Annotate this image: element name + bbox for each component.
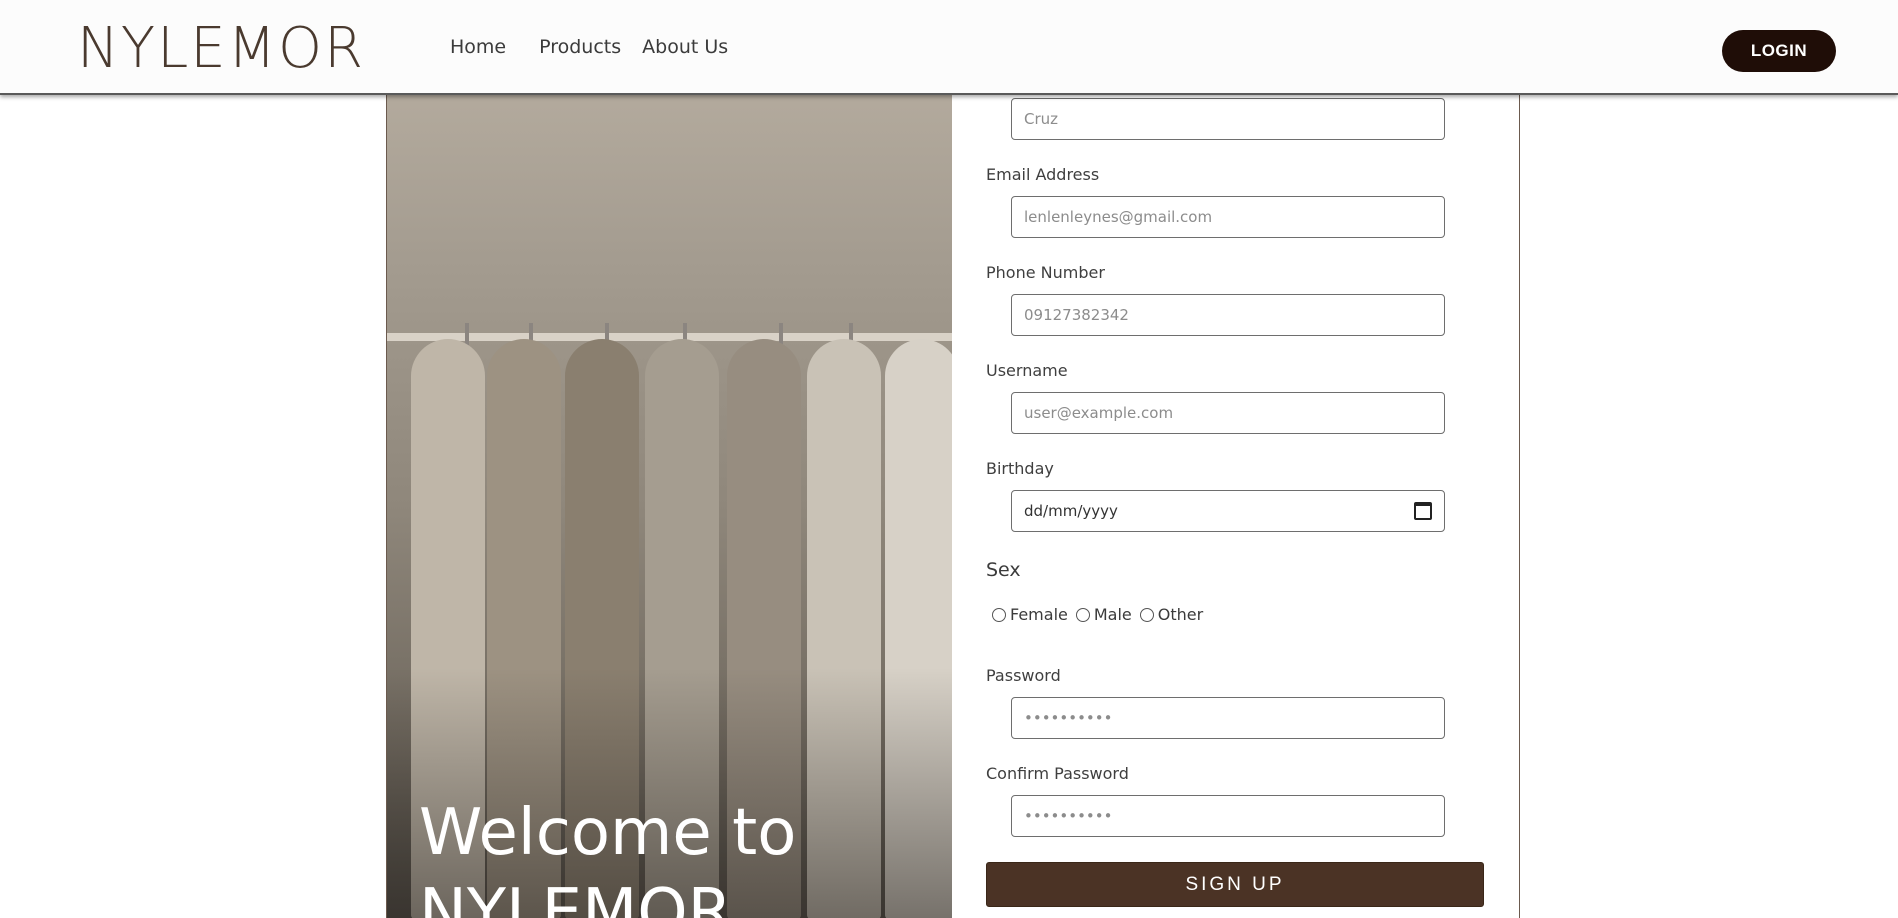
login-button[interactable]: LOGIN: [1722, 30, 1836, 72]
top-navbar: NYLEMOR Home Products About Us LOGIN: [0, 0, 1898, 95]
welcome-line-1: Welcome to: [419, 796, 797, 870]
brand-logo[interactable]: NYLEMOR: [77, 16, 365, 81]
radio-other-label[interactable]: Other: [1158, 605, 1203, 624]
welcome-heading: Welcome to NYLEMOR: [419, 793, 939, 918]
confirm-password-label: Confirm Password: [986, 764, 1129, 783]
phone-input[interactable]: 09127382342: [1011, 294, 1445, 336]
sex-radio-group: Female Male Other: [992, 605, 1211, 624]
radio-other[interactable]: [1139, 607, 1154, 622]
password-label: Password: [986, 666, 1061, 685]
nav-links: Home Products About Us: [450, 36, 761, 58]
hero-image-panel: Welcome to NYLEMOR: [387, 93, 952, 918]
radio-male-label[interactable]: Male: [1094, 605, 1132, 624]
clothing-rail: [387, 333, 952, 341]
password-input[interactable]: ••••••••••: [1011, 697, 1445, 739]
birthday-value: dd/mm/yyyy: [1024, 502, 1118, 520]
email-input[interactable]: lenlenleynes@gmail.com: [1011, 196, 1445, 238]
nav-about-link[interactable]: About Us: [642, 36, 728, 58]
radio-female-label[interactable]: Female: [1010, 605, 1068, 624]
welcome-line-2: NYLEMOR: [419, 876, 733, 918]
username-label: Username: [986, 361, 1068, 380]
email-label: Email Address: [986, 165, 1100, 184]
confirm-password-input[interactable]: ••••••••••: [1011, 795, 1445, 837]
nav-products-link[interactable]: Products: [539, 36, 621, 58]
birthday-label: Birthday: [986, 459, 1054, 478]
phone-label: Phone Number: [986, 263, 1105, 282]
birthday-input[interactable]: dd/mm/yyyy: [1011, 490, 1445, 532]
radio-male[interactable]: [1075, 607, 1090, 622]
calendar-icon[interactable]: [1414, 502, 1432, 520]
last-name-input[interactable]: Cruz: [1011, 98, 1445, 140]
username-input[interactable]: user@example.com: [1011, 392, 1445, 434]
radio-female[interactable]: [992, 607, 1006, 622]
sign-up-button[interactable]: SIGN UP: [986, 862, 1484, 907]
sex-label: Sex: [986, 559, 1021, 581]
nav-home-link[interactable]: Home: [450, 36, 506, 58]
